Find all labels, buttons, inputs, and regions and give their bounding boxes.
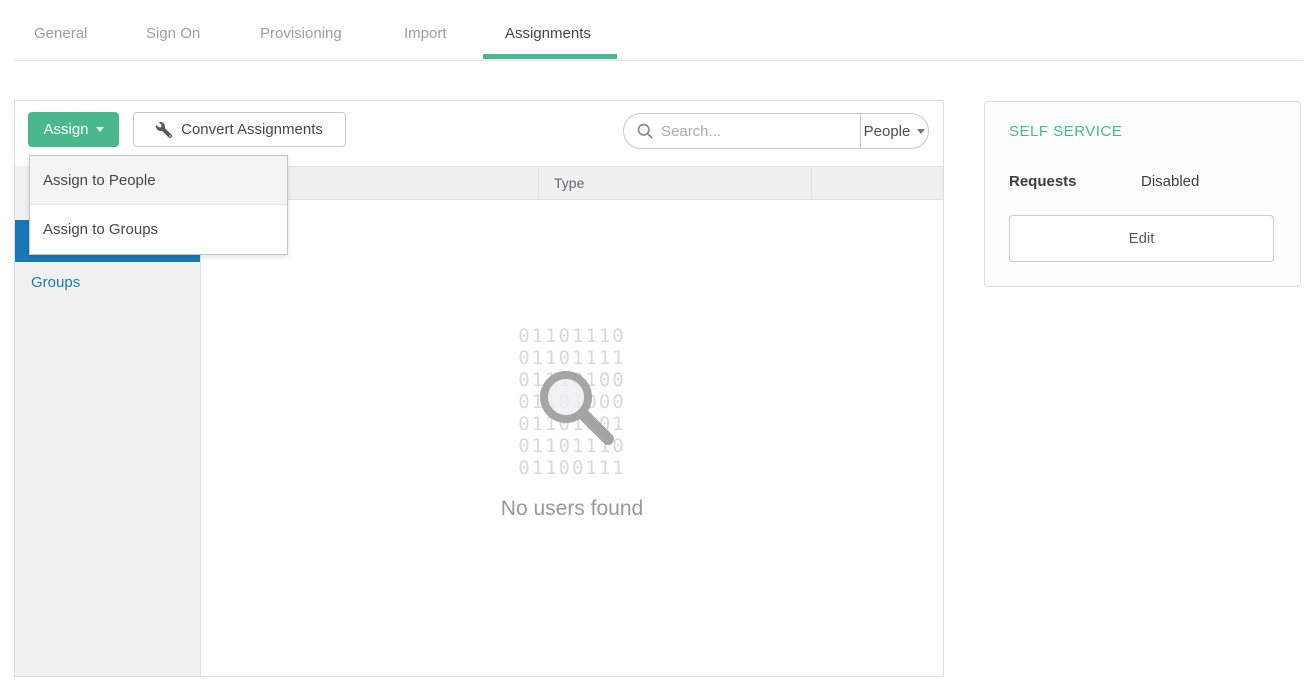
- menu-item-assign-to-people[interactable]: Assign to People: [30, 156, 287, 205]
- search-scope-label: People: [864, 123, 911, 140]
- tab-import[interactable]: Import: [404, 25, 447, 42]
- assign-button-label: Assign: [43, 121, 88, 138]
- table-header-row: Type: [201, 166, 943, 200]
- convert-assignments-button[interactable]: Convert Assignments: [133, 112, 346, 147]
- convert-assignments-label: Convert Assignments: [181, 121, 323, 138]
- table-header-type: Type: [539, 167, 812, 199]
- wrench-icon: [156, 122, 172, 138]
- app-tabbar: General Sign On Provisioning Import Assi…: [14, 0, 1303, 61]
- self-service-title: SELF SERVICE: [1009, 123, 1122, 140]
- search-input[interactable]: [661, 123, 860, 140]
- caret-down-icon: [96, 127, 104, 132]
- search-control: People: [623, 113, 929, 149]
- assign-button[interactable]: Assign: [28, 112, 119, 147]
- tab-assignments[interactable]: Assignments: [505, 25, 591, 42]
- assignments-table: Type 01101110 01101111 01110100 01101000…: [201, 166, 943, 676]
- caret-down-icon: [917, 129, 925, 134]
- requests-label: Requests: [1009, 173, 1077, 190]
- sidebar-item-groups[interactable]: Groups: [15, 262, 200, 304]
- requests-value: Disabled: [1141, 173, 1199, 190]
- tab-provisioning[interactable]: Provisioning: [260, 25, 342, 42]
- tab-sign-on[interactable]: Sign On: [146, 25, 200, 42]
- search-icon: [637, 123, 653, 139]
- edit-button[interactable]: Edit: [1009, 215, 1274, 262]
- app-screen: General Sign On Provisioning Import Assi…: [0, 0, 1312, 686]
- self-service-panel: SELF SERVICE Requests Disabled Edit: [984, 101, 1301, 287]
- binary-line: 01100111: [501, 457, 643, 479]
- binary-line: 01101110: [501, 325, 643, 347]
- table-header-actions: [812, 167, 943, 199]
- assign-dropdown-menu: Assign to People Assign to Groups: [29, 155, 288, 255]
- empty-state-message: No users found: [501, 497, 643, 521]
- search-scope-dropdown[interactable]: People: [860, 114, 928, 148]
- empty-state: 01101110 01101111 01110100 01101000 0110…: [501, 325, 643, 521]
- active-tab-underline: [483, 54, 617, 59]
- magnifier-icon: [519, 350, 629, 460]
- menu-item-assign-to-groups[interactable]: Assign to Groups: [30, 205, 287, 254]
- table-body: 01101110 01101111 01110100 01101000 0110…: [201, 200, 943, 676]
- tab-general[interactable]: General: [34, 25, 87, 42]
- assignments-panel: Assign Convert Assignments People: [14, 100, 944, 677]
- search-segment: [624, 114, 860, 148]
